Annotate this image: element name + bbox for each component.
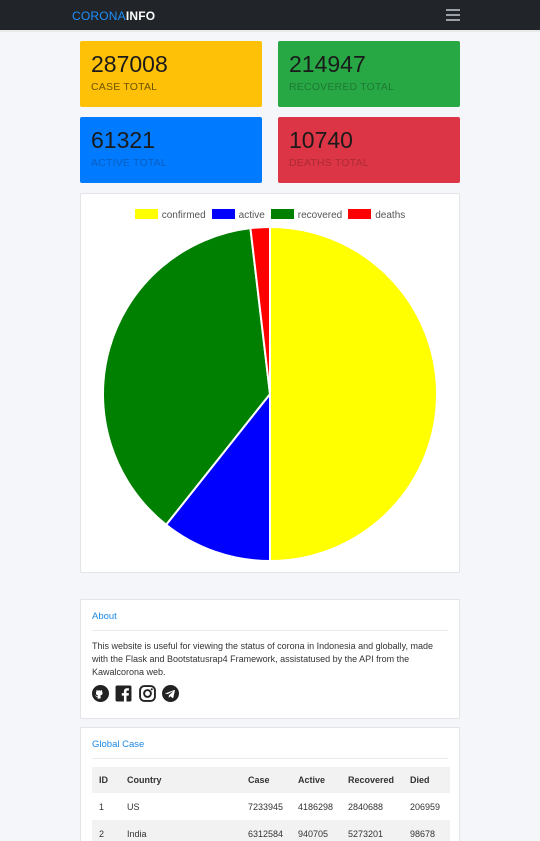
- col-case[interactable]: Case: [241, 767, 291, 793]
- global-case-panel: Global Case ID Country Case Active Recov…: [80, 727, 460, 841]
- table-row: 1 US 7233945 4186298 2840688 206959: [92, 793, 450, 820]
- active-total-card: 61321 ACTIVE TOTAL: [80, 117, 262, 183]
- cell-case: 7233945: [248, 801, 284, 812]
- deaths-total-card: 10740 DEATHS TOTAL: [278, 117, 460, 183]
- cell-recovered: 2840688: [348, 801, 384, 812]
- recovered-total-card: 214947 RECOVERED TOTAL: [278, 41, 460, 107]
- recovered-total-label: RECOVERED TOTAL: [289, 81, 395, 93]
- col-active[interactable]: Active: [291, 767, 341, 793]
- cell-id: 2: [92, 820, 120, 841]
- pie-chart-panel: confirmed active recovered deaths: [80, 193, 460, 573]
- navbar: CORONAINFO: [0, 0, 540, 32]
- case-total-value: 287008: [91, 51, 168, 77]
- telegram-icon[interactable]: [162, 685, 180, 702]
- active-total-label: ACTIVE TOTAL: [91, 157, 167, 169]
- case-total-label: CASE TOTAL: [91, 81, 158, 93]
- col-id[interactable]: ID: [92, 767, 120, 793]
- brand-logo[interactable]: CORONAINFO: [72, 9, 155, 23]
- col-country[interactable]: Country: [120, 767, 241, 793]
- cell-country: India: [120, 820, 241, 841]
- brand-corona: CORONA: [72, 9, 126, 23]
- about-title: About: [92, 611, 448, 631]
- case-total-card: 287008 CASE TOTAL: [80, 41, 262, 107]
- cell-died: 98678: [403, 820, 450, 841]
- pie-slice-confirmed[interactable]: [269, 225, 438, 563]
- brand-info: INFO: [125, 9, 156, 23]
- global-case-table: ID Country Case Active Recovered Died 1 …: [92, 767, 450, 841]
- cell-active: 4186298: [298, 801, 334, 812]
- cell-country: US: [127, 801, 140, 812]
- global-case-title: Global Case: [92, 739, 448, 759]
- cell-case: 6312584: [241, 820, 291, 841]
- github-icon[interactable]: [92, 685, 109, 702]
- social-links: [92, 685, 448, 703]
- instagram-icon[interactable]: [139, 685, 156, 702]
- pie-chart: [102, 225, 438, 563]
- about-panel: About This website is useful for viewing…: [80, 599, 460, 719]
- deaths-total-value: 10740: [289, 127, 353, 153]
- recovered-total-value: 214947: [289, 51, 366, 77]
- facebook-icon[interactable]: [115, 685, 132, 702]
- hamburger-icon[interactable]: [446, 9, 460, 23]
- table-row: 2 India 6312584 940705 5273201 98678: [92, 820, 450, 841]
- cell-died: 206959: [410, 801, 441, 812]
- cell-recovered: 5273201: [341, 820, 403, 841]
- cell-active: 940705: [291, 820, 341, 841]
- about-text: This website is useful for viewing the s…: [92, 641, 434, 677]
- col-recovered[interactable]: Recovered: [341, 767, 403, 793]
- col-died[interactable]: Died: [403, 767, 450, 793]
- deaths-total-label: DEATHS TOTAL: [289, 157, 369, 169]
- active-total-value: 61321: [91, 127, 155, 153]
- table-header-row: ID Country Case Active Recovered Died: [92, 767, 450, 793]
- cell-id: 1: [99, 801, 105, 812]
